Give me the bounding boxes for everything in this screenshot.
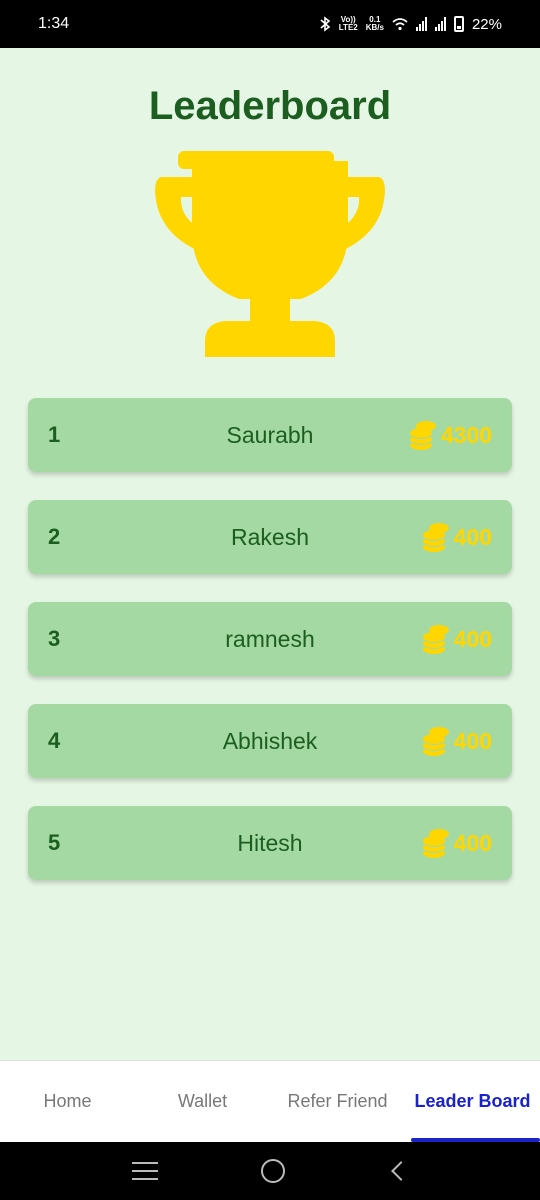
coins-icon: [422, 727, 449, 756]
player-name: Hitesh: [237, 829, 303, 856]
network-type: Vo)) LTE2: [338, 15, 358, 32]
leaderboard-row-2[interactable]: 2 Rakesh 400: [28, 500, 512, 574]
rank-label: 4: [48, 728, 61, 753]
score: 400: [422, 522, 492, 552]
coins-icon: [422, 829, 449, 858]
nav-tab-home[interactable]: Home: [0, 1061, 135, 1142]
rank-label: 1: [48, 422, 61, 447]
score-value: 400: [453, 625, 492, 652]
battery-icon: [453, 16, 464, 32]
score: 4300: [409, 420, 492, 450]
score-value: 400: [453, 523, 492, 550]
leaderboard-row-4[interactable]: 4 Abhishek 400: [28, 704, 512, 778]
home-icon[interactable]: [260, 1159, 285, 1183]
coins-icon: [422, 523, 449, 552]
score-value: 4300: [440, 421, 492, 448]
nav-tab-leader-board[interactable]: Leader Board: [405, 1061, 540, 1142]
score-value: 400: [453, 727, 492, 754]
score-value: 400: [453, 829, 492, 856]
rank-label: 2: [48, 524, 61, 549]
back-icon[interactable]: [391, 1161, 412, 1181]
coins-icon: [422, 625, 449, 654]
system-navigation-bar: [0, 1142, 540, 1200]
nav-tab-wallet[interactable]: Wallet: [135, 1061, 270, 1142]
page-title: Leaderboard: [148, 84, 392, 128]
bottom-navigation: Home Wallet Refer Friend Leader Board: [0, 1060, 540, 1142]
status-icons: Vo)) LTE2 0.1 KB/s 22%: [319, 16, 502, 33]
wifi-icon: [392, 18, 408, 31]
rank-label: 5: [48, 830, 61, 855]
player-name: ramnesh: [225, 625, 315, 652]
recent-apps-icon[interactable]: [131, 1162, 158, 1180]
network-speed: 0.1 KB/s: [365, 15, 384, 32]
leaderboard-list: 1 Saurabh 4300 2 Rakesh 400 3 ramnesh 40…: [28, 398, 512, 908]
player-name: Rakesh: [231, 523, 309, 550]
signal-icon-2: [434, 17, 446, 31]
score: 400: [422, 828, 492, 858]
status-time: 1:34: [38, 15, 70, 32]
main-content: Leaderboard 1 Saurabh 4300 2 Rakesh 400: [0, 48, 540, 1060]
coins-icon: [409, 421, 436, 450]
score: 400: [422, 726, 492, 756]
score: 400: [422, 624, 492, 654]
status-bar: 1:34 Vo)) LTE2 0.1 KB/s 22%: [0, 0, 540, 48]
player-name: Saurabh: [226, 421, 314, 448]
rank-label: 3: [48, 626, 61, 651]
nav-tab-label: Leader Board: [414, 1091, 531, 1111]
battery-level: 22%: [471, 15, 502, 33]
leaderboard-row-3[interactable]: 3 ramnesh 400: [28, 602, 512, 676]
signal-icon-1: [415, 17, 427, 31]
nav-tab-refer-friend[interactable]: Refer Friend: [270, 1061, 405, 1142]
trophy-icon: [155, 151, 385, 357]
bluetooth-icon: [320, 16, 331, 32]
leaderboard-row-1[interactable]: 1 Saurabh 4300: [28, 398, 512, 472]
player-name: Abhishek: [222, 727, 318, 754]
leaderboard-row-5[interactable]: 5 Hitesh 400: [28, 806, 512, 880]
